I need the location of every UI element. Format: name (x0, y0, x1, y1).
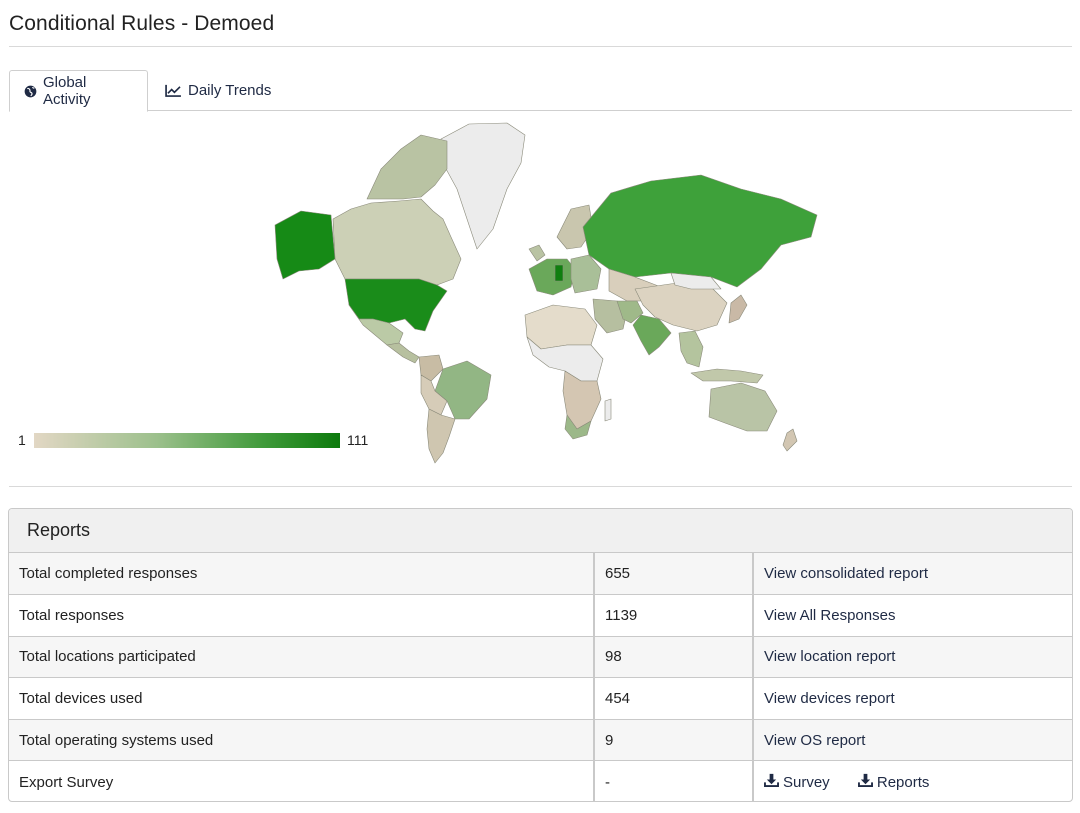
row-label: Total completed responses (9, 553, 594, 596)
map-region-brazil (434, 360, 492, 420)
table-row: Total responses 1139 View All Responses (9, 594, 1072, 637)
download-survey-button[interactable]: Survey (764, 773, 830, 791)
row-label: Export Survey (19, 773, 114, 791)
line-chart-icon (165, 84, 182, 97)
row-value: 9 (593, 719, 753, 762)
row-label: Total responses (9, 594, 594, 637)
reports-table: Total completed responses 655 View conso… (9, 553, 1072, 801)
globe-icon (24, 85, 37, 98)
map-region-new-zealand (782, 428, 798, 452)
legend-max-label: 111 (347, 432, 369, 448)
row-value: 454 (593, 677, 753, 720)
download-survey-label: Survey (783, 773, 830, 791)
row-value: 98 (593, 636, 753, 679)
table-row: Total locations participated 98 View loc… (9, 636, 1072, 679)
map-region-western-europe (528, 258, 576, 296)
map-region-central-america (386, 342, 420, 364)
table-row: Total devices used 454 View devices repo… (9, 677, 1072, 720)
map-region-greenland (440, 122, 526, 250)
world-map-panel: 1 111 (9, 111, 1072, 485)
tab-global-activity[interactable]: Global Activity (9, 70, 148, 112)
color-scale-legend: 1 111 (18, 430, 378, 454)
world-map (274, 122, 818, 464)
title-divider (9, 46, 1072, 47)
row-label: Total locations participated (9, 636, 594, 679)
view-consolidated-report-link[interactable]: View consolidated report (764, 565, 928, 582)
map-region-iceland-uk (528, 244, 546, 262)
download-icon (764, 773, 779, 791)
map-region-usa (344, 278, 448, 332)
map-region-north-africa (524, 304, 598, 350)
row-value: 655 (593, 553, 753, 596)
map-region-alaska (274, 210, 336, 280)
view-os-report-link[interactable]: View OS report (764, 732, 865, 749)
table-row: Total operating systems used 9 View OS r… (9, 719, 1072, 762)
download-icon (857, 773, 873, 791)
map-region-germany (554, 264, 564, 282)
map-region-canada (332, 198, 462, 286)
download-reports-label: Reports (876, 773, 930, 791)
map-region-argentina-chile (426, 408, 456, 464)
view-location-report-link[interactable]: View location report (764, 648, 895, 665)
row-label: Total operating systems used (9, 719, 594, 762)
view-devices-report-link[interactable]: View devices report (764, 690, 895, 707)
tab-bar: Global Activity Daily Trends (9, 70, 1072, 112)
map-region-canada-north (366, 134, 448, 200)
reports-panel-title: Reports (9, 509, 1072, 553)
view-all-responses-link[interactable]: View All Responses (764, 607, 895, 624)
legend-gradient-bar (34, 433, 340, 448)
row-value: - (593, 760, 753, 801)
map-region-japan-korea (728, 294, 748, 324)
map-region-eastern-europe (570, 254, 602, 294)
legend-min-label: 1 (18, 432, 26, 448)
table-row: Total completed responses 655 View conso… (9, 553, 1072, 596)
tab-label: Global Activity (43, 74, 91, 108)
reports-panel: Reports Total completed responses 655 Vi… (8, 508, 1073, 802)
download-reports-button[interactable]: Reports (857, 773, 930, 791)
tab-label: Daily Trends (188, 82, 272, 99)
section-divider (9, 486, 1072, 487)
page-title: Conditional Rules - Demoed (9, 12, 275, 35)
map-region-southeast-asia (678, 330, 704, 368)
table-row: Export Survey - Survey Reports (9, 760, 1072, 801)
row-label: Total devices used (9, 677, 594, 720)
row-value: 1139 (593, 594, 753, 637)
map-region-russia (582, 174, 818, 288)
map-region-australia (708, 382, 778, 432)
map-region-madagascar (604, 398, 612, 422)
tab-daily-trends[interactable]: Daily Trends (151, 70, 285, 111)
map-region-indonesia (690, 368, 764, 384)
